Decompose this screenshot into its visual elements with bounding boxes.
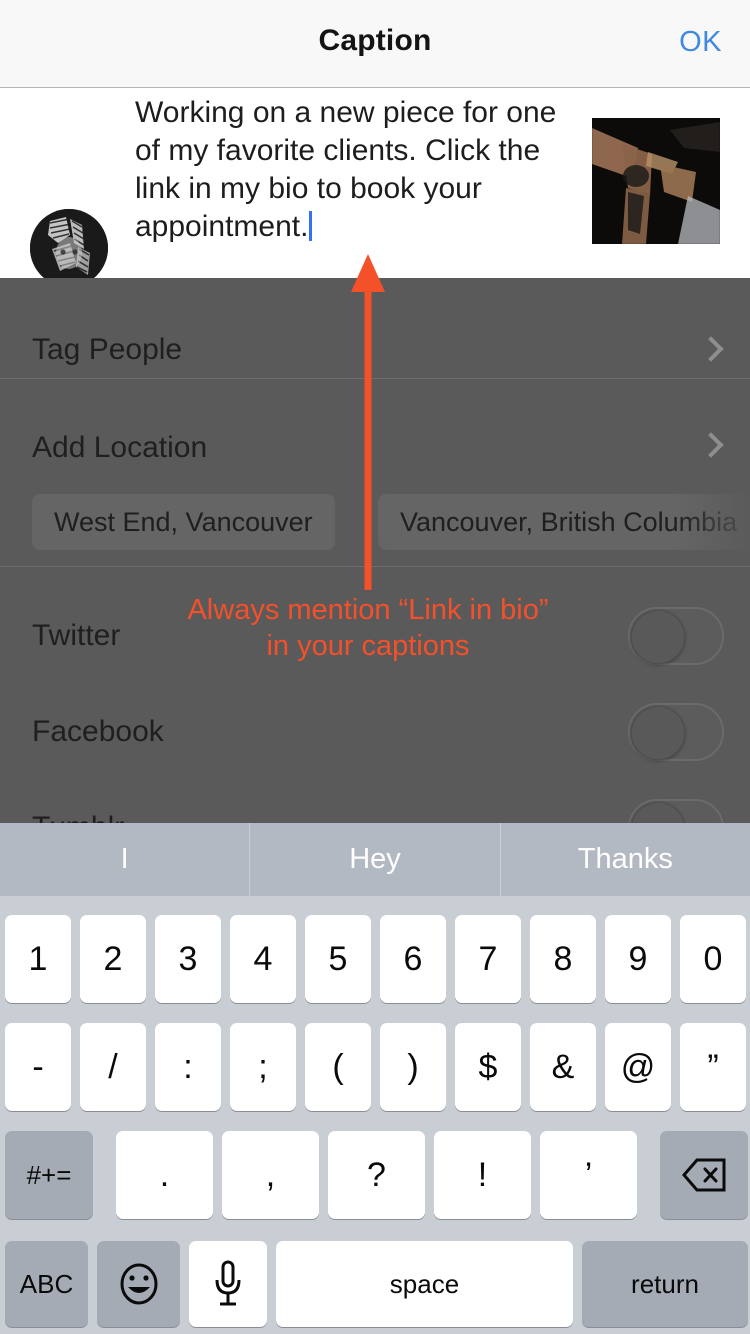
toggle-knob [631,802,685,823]
social-row-facebook[interactable]: Facebook [0,684,750,780]
keyboard-row-punctuation: #+=.,?!’ [0,1131,750,1219]
microphone-icon[interactable] [189,1241,267,1327]
key-exclamation[interactable]: ! [434,1131,531,1219]
annotation-arrow [351,254,385,590]
key-paren-close[interactable]: ) [380,1023,446,1111]
key-9[interactable]: 9 [605,915,671,1003]
key-4[interactable]: 4 [230,915,296,1003]
key-3[interactable]: 3 [155,915,221,1003]
key-0[interactable]: 0 [680,915,746,1003]
caption-input[interactable]: Working on a new piece for one of my fav… [135,94,585,246]
keyboard-row-symbols: - /:;() $ & @” [0,1023,750,1111]
ok-button[interactable]: OK [679,26,722,59]
keyboard-row-numbers: 1234567890 [0,915,750,1003]
keyboard: I Hey Thanks 1234567890 - /:;() $ & @” #+=.,… [0,823,750,1334]
suggestion-2[interactable]: Thanks [499,823,750,896]
key-quote[interactable]: ” [680,1023,746,1111]
key-2[interactable]: 2 [80,915,146,1003]
facebook-label: Facebook [32,715,164,748]
keyboard-row-bottom: ABC space return [0,1241,750,1327]
key-hyphen[interactable]: - [5,1023,71,1111]
key-slash[interactable]: / [80,1023,146,1111]
suggestion-0[interactable]: I [0,823,250,896]
suggestion-bar: I Hey Thanks [0,823,750,896]
post-thumbnail[interactable] [592,118,720,244]
tumblr-toggle[interactable] [628,799,724,823]
key-colon[interactable]: : [155,1023,221,1111]
key-apostrophe[interactable]: ’ [540,1131,637,1219]
key-5[interactable]: 5 [305,915,371,1003]
twitter-toggle[interactable] [628,607,724,665]
key-space[interactable]: space [276,1241,573,1327]
toggle-knob [631,610,685,664]
key-6[interactable]: 6 [380,915,446,1003]
facebook-toggle[interactable] [628,703,724,761]
delete-icon[interactable] [660,1131,748,1219]
annotation-line-1: Always mention “Link in bio” [187,594,549,626]
text-cursor [309,211,313,241]
caption-screen: Caption OK Working on a new piece for on… [0,0,750,1334]
key-period[interactable]: . [116,1131,213,1219]
twitter-label: Twitter [32,619,121,652]
annotation-text: Always mention “Link in bio” in your cap… [168,592,568,664]
tumblr-label: Tumblr [32,811,124,823]
key-paren-open[interactable]: ( [305,1023,371,1111]
annotation-line-2: in your captions [266,630,470,662]
key-8[interactable]: 8 [530,915,596,1003]
toggle-knob [631,706,685,760]
key-question[interactable]: ? [328,1131,425,1219]
caption-value: Working on a new piece for one of my fav… [135,96,565,243]
key-ampersand[interactable]: & [530,1023,596,1111]
key-at[interactable]: @ [605,1023,671,1111]
social-row-tumblr[interactable]: Tumblr [0,780,750,823]
key-abc[interactable]: ABC [5,1241,88,1327]
emoji-icon[interactable] [97,1241,180,1327]
key-symbols-shift[interactable]: #+= [5,1131,93,1219]
navigation-bar: Caption OK [0,0,750,88]
key-semicolon[interactable]: ; [230,1023,296,1111]
key-1[interactable]: 1 [5,915,71,1003]
key-7[interactable]: 7 [455,915,521,1003]
key-dollar[interactable]: $ [455,1023,521,1111]
suggestion-1[interactable]: Hey [249,823,500,896]
key-return[interactable]: return [582,1241,748,1327]
key-comma[interactable]: , [222,1131,319,1219]
page-title: Caption [318,24,432,57]
